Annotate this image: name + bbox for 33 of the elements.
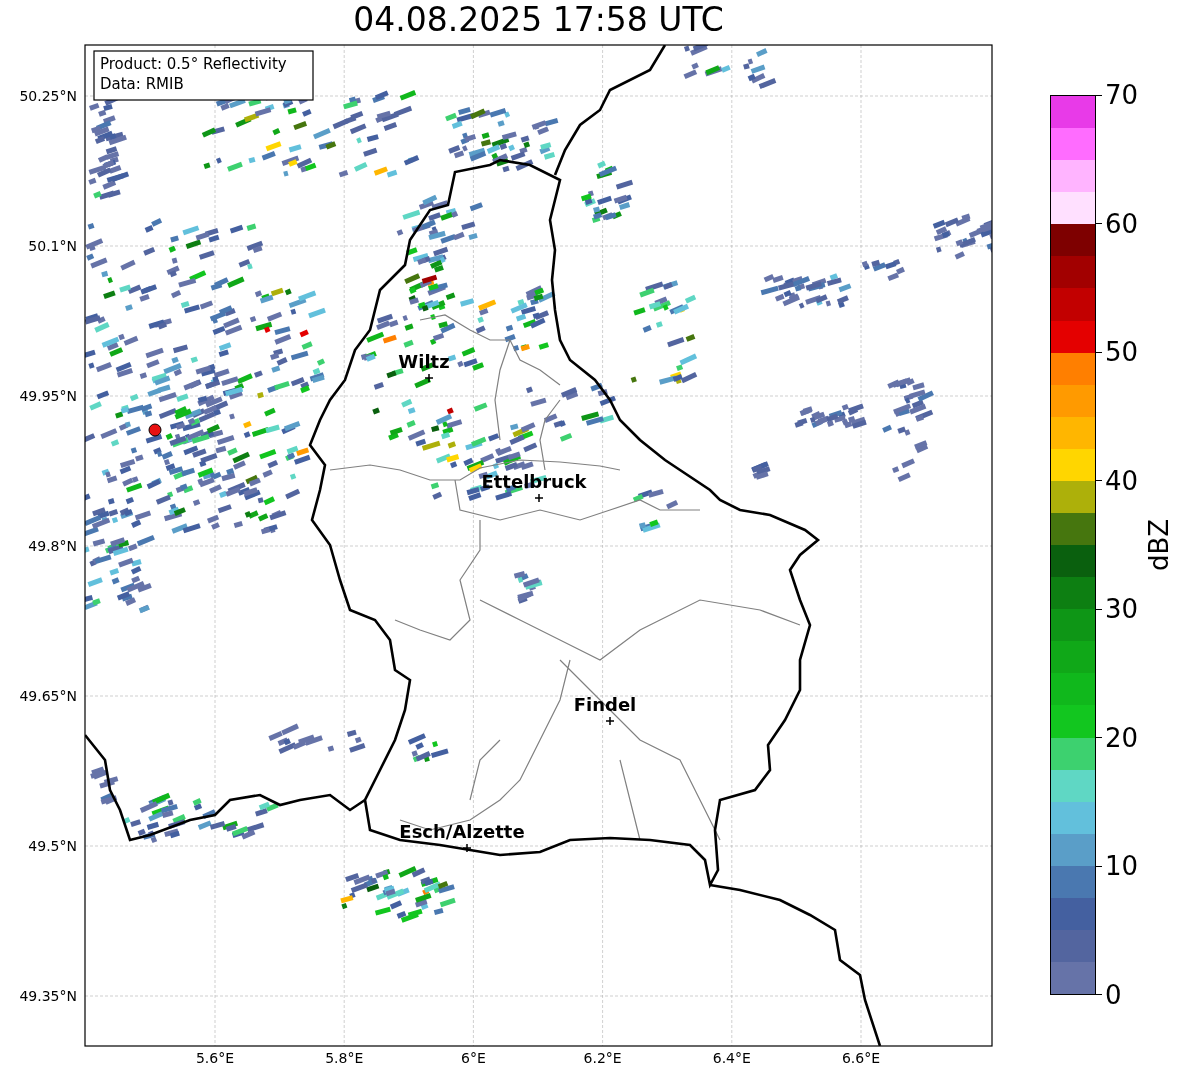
city-marker-icon	[605, 716, 615, 726]
city-marker-icon	[424, 373, 434, 383]
radar-site-marker	[148, 423, 162, 437]
city-label: Findel	[573, 694, 637, 715]
latitude-label: 49.95°N	[19, 388, 77, 404]
colorbar-tick-label: 0	[1105, 979, 1122, 1010]
city-label: Wiltz	[398, 351, 450, 372]
latitude-label: 49.65°N	[19, 688, 77, 704]
latitude-label: 49.5°N	[28, 838, 77, 854]
colorbar-tick-label: 50	[1105, 337, 1139, 368]
colorbar-label: dBZ	[1144, 518, 1175, 572]
longitude-label: 5.8°E	[325, 1050, 364, 1066]
city-label: Esch/Alzette	[399, 821, 525, 842]
colorbar-tick-label: 70	[1105, 80, 1139, 110]
legend-text: Product: 0.5° Reflectivity	[100, 55, 287, 73]
chart-title: 04.08.2025 17:58 UTC	[353, 0, 724, 40]
colorbar-tick-label: 60	[1105, 208, 1139, 239]
city-marker-icon	[462, 843, 472, 853]
colorbar-tick-label: 10	[1105, 851, 1139, 882]
city-marker-icon	[534, 493, 544, 503]
colorbar-tick-label: 30	[1105, 594, 1139, 625]
latitude-label: 49.35°N	[19, 988, 77, 1004]
colorbar-tick-label: 40	[1105, 465, 1139, 496]
legend-text: Data: RMIB	[100, 75, 184, 93]
latitude-label: 50.1°N	[28, 238, 77, 254]
colorbar-tick-label: 20	[1105, 722, 1139, 753]
longitude-label: 6°E	[461, 1050, 486, 1066]
latitude-label: 49.8°N	[28, 538, 77, 554]
longitude-label: 6.2°E	[583, 1050, 622, 1066]
longitude-label: 6.4°E	[712, 1050, 751, 1066]
longitude-label: 5.6°E	[195, 1050, 235, 1066]
longitude-label: 6.6°E	[841, 1050, 881, 1066]
latitude-label: 50.25°N	[19, 88, 77, 104]
